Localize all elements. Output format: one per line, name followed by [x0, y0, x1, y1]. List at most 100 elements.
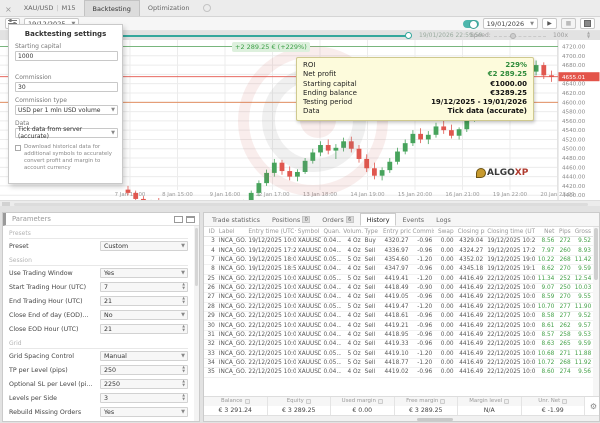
table-cell: -1.20	[411, 274, 435, 283]
column-header[interactable]: Label	[217, 227, 247, 237]
table-row[interactable]: 33INCA_GO...22/12/2025 10:03XAUUSD0.05..…	[204, 349, 593, 358]
stepper-icon[interactable]: ▲▼	[182, 297, 187, 304]
table-row[interactable]: 34INCA_GO...22/12/2025 10:03XAUUSD0.05..…	[204, 358, 593, 367]
column-header[interactable]: Type	[363, 227, 381, 237]
chevron-down-icon[interactable]: ▼	[181, 409, 187, 415]
table-cell: 4416.49	[456, 312, 486, 321]
table-cell: 9.53	[573, 330, 593, 339]
trades-tab-events[interactable]: Events	[396, 213, 430, 226]
parameter-select[interactable]: Yes▼	[100, 407, 188, 417]
stepper-icon[interactable]: ▲▼	[182, 325, 187, 332]
parameter-select[interactable]: Custom▼	[100, 241, 188, 251]
gear-icon[interactable]: ⚙	[590, 402, 597, 411]
chart-hscrollbar[interactable]	[0, 200, 600, 206]
trades-vscrollbar[interactable]	[593, 227, 599, 399]
parameters-header[interactable]: Parameters	[3, 213, 199, 226]
speed-slider-knob[interactable]	[510, 33, 516, 39]
column-header[interactable]: Quan...	[321, 227, 341, 237]
column-header[interactable]: Closing pri...	[456, 227, 486, 237]
visual-mode-toggle[interactable]	[463, 20, 479, 28]
parameters-scrollbar[interactable]	[194, 226, 199, 421]
expand-panel-icon[interactable]	[186, 216, 195, 223]
column-header[interactable]: Net	[535, 227, 557, 237]
commission-type-select[interactable]: USD per 1 mln USD volume ▼	[15, 105, 118, 115]
parameter-select[interactable]: Manual▼	[100, 351, 188, 361]
trades-tab-trade-statistics[interactable]: Trade statistics	[206, 213, 266, 226]
chevron-down-icon[interactable]: ▼	[181, 270, 187, 276]
end-date-select[interactable]: 19/01/2026 ▼	[483, 18, 538, 29]
table-row[interactable]: 7INCA_GO...19/12/2025 18:01XAUUSD0.05...…	[204, 255, 593, 264]
table-cell: 4416.49	[456, 358, 486, 367]
parameter-number-input[interactable]: 7▲▼	[100, 282, 188, 292]
table-cell: 4418.49	[381, 283, 411, 292]
table-row[interactable]: 32INCA_GO...22/12/2025 10:03XAUUSD0.04..…	[204, 340, 593, 349]
stepper-icon[interactable]: ▲▼	[182, 394, 187, 401]
trades-tab-orders[interactable]: Orders6	[316, 213, 360, 226]
column-header[interactable]: Pips	[556, 227, 572, 237]
table-row[interactable]: 35INCA_GO...22/12/2025 10:03XAUUSD0.04..…	[204, 368, 593, 377]
tab-optimization[interactable]: Optimization	[140, 0, 198, 16]
column-header[interactable]: Volum...	[341, 227, 362, 237]
column-header[interactable]: Entry time (UTC+...	[246, 227, 295, 237]
starting-capital-input[interactable]: 1000	[15, 51, 118, 61]
save-report-button[interactable]	[580, 18, 595, 29]
collapse-panel-icon[interactable]	[174, 216, 183, 223]
trades-vscroll-thumb[interactable]	[594, 228, 598, 280]
tab-count-badge: 0	[302, 216, 310, 223]
parameter-number-input[interactable]: 250▲▼	[100, 365, 188, 375]
table-cell: INCA_GO...	[217, 302, 247, 311]
chevron-down-icon[interactable]: ▼	[181, 353, 187, 359]
column-header[interactable]: Gross	[573, 227, 593, 237]
table-row[interactable]: 3INCA_GO...19/12/2025 10:08XAUUSD0.04...…	[204, 237, 593, 246]
tab-symbol-timeframe[interactable]: XAU/USD | M15	[16, 0, 84, 16]
table-row[interactable]: 26INCA_GO...22/12/2025 10:03XAUUSD0.04..…	[204, 283, 593, 292]
table-row[interactable]: 27INCA_GO...22/12/2025 10:03XAUUSD0.04..…	[204, 293, 593, 302]
trades-tab-positions[interactable]: Positions0	[266, 213, 316, 226]
column-header[interactable]: ID	[204, 227, 217, 237]
table-cell: -1.20	[411, 358, 435, 367]
column-header[interactable]: Commis...	[411, 227, 435, 237]
table-row[interactable]: 29INCA_GO...22/12/2025 10:03XAUUSD0.04..…	[204, 312, 593, 321]
data-source-select[interactable]: Tick data from server (accurate) ▼	[15, 128, 118, 138]
table-row[interactable]: 28INCA_GO...22/12/2025 10:03XAUUSD0.05..…	[204, 302, 593, 311]
play-button[interactable]: ▶	[542, 18, 557, 29]
table-row[interactable]: 25INCA_GO...22/12/2025 10:03XAUUSD0.05..…	[204, 274, 593, 283]
chevron-down-icon[interactable]: ▼	[181, 312, 187, 318]
speed-stepper[interactable]: ▲▼	[587, 31, 590, 39]
parameter-select[interactable]: Yes▼	[100, 268, 188, 278]
stepper-icon[interactable]: ▲▼	[182, 366, 187, 373]
table-cell: INCA_GO...	[217, 265, 247, 274]
column-header[interactable]: Swap	[434, 227, 455, 237]
table-row[interactable]: 31INCA_GO...22/12/2025 10:03XAUUSD0.04..…	[204, 330, 593, 339]
speed-slider[interactable]	[494, 36, 546, 37]
parameter-number-input[interactable]: 2250▲▼	[100, 379, 188, 389]
progress-handle[interactable]	[405, 32, 412, 39]
parameters-scroll-thumb[interactable]	[195, 228, 198, 286]
trades-tab-history[interactable]: History	[360, 213, 397, 226]
download-history-checkbox[interactable]	[15, 145, 21, 151]
table-row[interactable]: 8INCA_GO...19/12/2025 18:58XAUUSD0.04...…	[204, 265, 593, 274]
candle	[395, 152, 400, 162]
column-header[interactable]: Symbol	[296, 227, 322, 237]
parameter-number-input[interactable]: 21▲▼	[100, 296, 188, 306]
chart-hscroll-thumb[interactable]	[14, 203, 588, 206]
trades-hscrollbar[interactable]	[204, 415, 599, 421]
stepper-icon[interactable]: ▲▼	[182, 283, 187, 290]
close-icon[interactable]: ×	[0, 5, 16, 16]
tab-backtesting[interactable]: Backtesting	[84, 0, 140, 16]
trades-tab-logs[interactable]: Logs	[430, 213, 457, 226]
column-header[interactable]: Entry price	[381, 227, 411, 237]
table-row[interactable]: 30INCA_GO...22/12/2025 10:03XAUUSD0.04..…	[204, 321, 593, 330]
commission-input[interactable]: 30	[15, 82, 118, 92]
scroll-left-button[interactable]	[2, 202, 10, 206]
table-row[interactable]: 4INCA_GO...19/12/2025 17:28XAUUSD0.04...…	[204, 246, 593, 255]
parameter-number-input[interactable]: 3▲▼	[100, 393, 188, 403]
parameter-select[interactable]: No▼	[100, 310, 188, 320]
parameter-number-input[interactable]: 21▲▼	[100, 324, 188, 334]
table-cell: Sell	[363, 321, 381, 330]
column-header[interactable]: Closing time (UT...	[485, 227, 534, 237]
stepper-icon[interactable]: ▲▼	[182, 380, 187, 387]
trades-hscroll-thumb[interactable]	[417, 418, 453, 421]
stop-button[interactable]: ■	[561, 18, 576, 29]
chevron-down-icon[interactable]: ▼	[181, 243, 187, 249]
